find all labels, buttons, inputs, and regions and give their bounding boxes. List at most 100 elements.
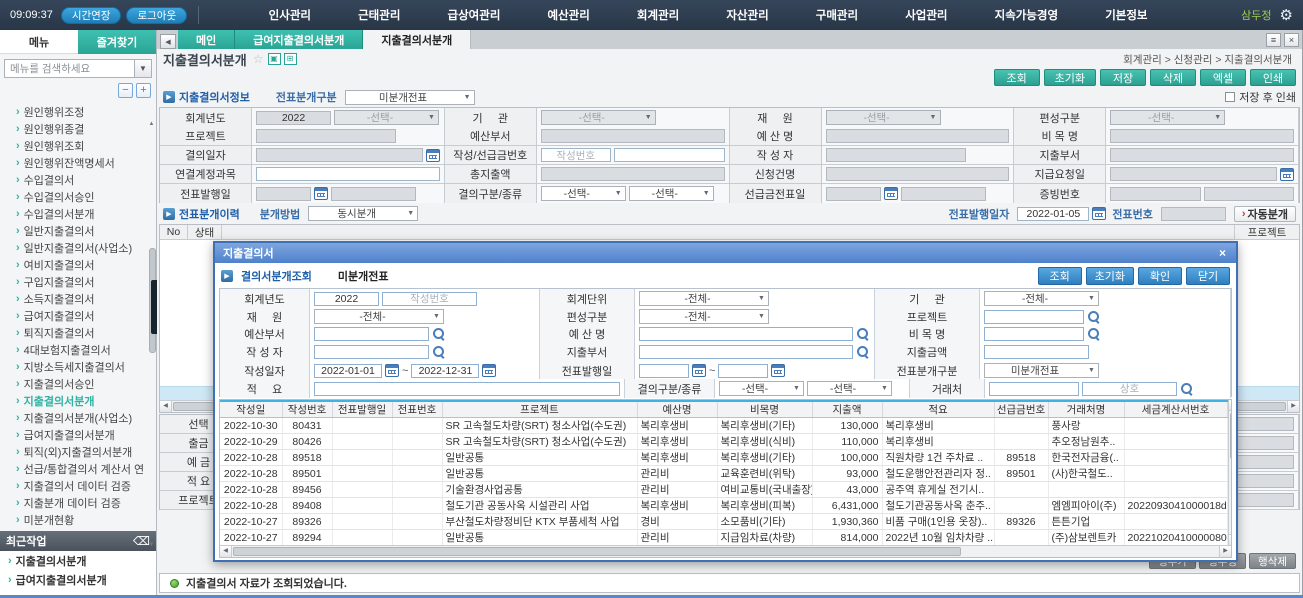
- text-input[interactable]: [1110, 148, 1294, 162]
- window-menu-icon[interactable]: ≡: [1266, 33, 1281, 47]
- text-input[interactable]: [1110, 187, 1200, 201]
- sidebar-item[interactable]: ›수입결의서: [0, 171, 156, 188]
- table-row[interactable]: 2022-10-2889408철도기관 공동사옥 시설관리 사업복리후생비복리후…: [220, 498, 1227, 514]
- text-input[interactable]: [256, 148, 423, 162]
- select-input[interactable]: -선택-▼: [629, 186, 714, 201]
- scrollbar-thumb[interactable]: [1230, 413, 1231, 459]
- journal-type-select[interactable]: 미분개전표 ▼: [345, 90, 475, 105]
- column-header[interactable]: 선급금번호: [994, 401, 1048, 418]
- calendar-icon[interactable]: [482, 364, 496, 377]
- sidebar-item[interactable]: ›지출결의서 데이터 검증: [0, 477, 156, 494]
- sidebar-item[interactable]: ›퇴직지출결의서: [0, 324, 156, 341]
- text-input[interactable]: 작성번호: [541, 148, 611, 162]
- text-input[interactable]: [256, 129, 396, 143]
- select-input[interactable]: -전체-▼: [984, 291, 1099, 306]
- column-header[interactable]: 작성번호: [282, 401, 332, 418]
- document-tab[interactable]: 급여지출결의서분개: [235, 30, 363, 49]
- topbar-menu-item[interactable]: 기본정보: [1099, 3, 1153, 27]
- new-window-icon[interactable]: ⊞: [284, 53, 297, 65]
- text-input[interactable]: [1110, 167, 1277, 181]
- search-icon[interactable]: [856, 327, 870, 341]
- sidebar-scrollbar[interactable]: ▲ ▼: [147, 120, 156, 550]
- topbar-menu-item[interactable]: 지속가능경영: [989, 3, 1064, 27]
- document-tab[interactable]: 메인: [178, 30, 235, 49]
- sidebar-item[interactable]: ›급여지출결의서분개: [0, 426, 156, 443]
- text-input[interactable]: [541, 129, 725, 143]
- column-header[interactable]: 전표발행일: [332, 401, 392, 418]
- text-input[interactable]: [639, 364, 689, 378]
- select-input[interactable]: -선택-▼: [807, 381, 892, 396]
- scroll-right-icon[interactable]: ▶: [1287, 401, 1299, 412]
- text-input[interactable]: [1110, 129, 1294, 143]
- sidebar-item[interactable]: ›퇴직(외)지출결의서분개: [0, 443, 156, 460]
- text-input[interactable]: [984, 327, 1084, 341]
- text-input[interactable]: [541, 167, 725, 181]
- select-input[interactable]: -전체-▼: [639, 309, 769, 324]
- sidebar-item[interactable]: ›지출결의서승인: [0, 375, 156, 392]
- text-input[interactable]: [989, 382, 1079, 396]
- text-input[interactable]: [826, 148, 966, 162]
- scroll-down-icon[interactable]: ▼: [147, 541, 156, 550]
- column-header[interactable]: 세금계산서번호: [1124, 401, 1227, 418]
- sidebar-item[interactable]: ›구입지출결의서: [0, 273, 156, 290]
- text-input[interactable]: 상호: [1082, 382, 1177, 396]
- logout-button[interactable]: 로그아웃: [126, 7, 187, 24]
- search-icon[interactable]: [432, 327, 446, 341]
- column-header[interactable]: 예산명: [637, 401, 717, 418]
- sidebar-item[interactable]: ›지방소득세지출결의서: [0, 358, 156, 375]
- sidebar-item[interactable]: ›수입결의서승인: [0, 188, 156, 205]
- journal-method-select[interactable]: 동시분개 ▼: [308, 206, 418, 221]
- scroll-down-icon[interactable]: ▼: [1229, 534, 1232, 545]
- text-input[interactable]: [901, 187, 986, 201]
- text-input[interactable]: [256, 187, 311, 201]
- calendar-icon[interactable]: [1092, 207, 1106, 220]
- sidebar-tab-menu[interactable]: 메뉴: [0, 30, 78, 54]
- scroll-right-icon[interactable]: ▶: [1219, 546, 1231, 557]
- sidebar-item[interactable]: ›일반지출결의서(사업소): [0, 239, 156, 256]
- column-header[interactable]: 비목명: [717, 401, 812, 418]
- document-tab[interactable]: 지출결의서분개: [363, 30, 471, 49]
- issue-date-input[interactable]: 2022-01-05: [1017, 207, 1089, 221]
- sidebar-tab-favorites[interactable]: 즐겨찾기: [78, 30, 156, 54]
- text-input[interactable]: [314, 345, 429, 359]
- text-input[interactable]: 2022-01-01: [314, 364, 382, 378]
- table-row[interactable]: 2022-10-2980426SR 고속철도차량(SRT) 청소사업(수도권)복…: [220, 434, 1227, 450]
- chevron-down-icon[interactable]: ▼: [134, 60, 151, 77]
- column-header[interactable]: 지출액: [812, 401, 882, 418]
- row-button-행삭제[interactable]: 행삭제: [1249, 553, 1296, 569]
- text-input[interactable]: [639, 327, 853, 341]
- sidebar-item[interactable]: ›지출분개 데이터 검증: [0, 494, 156, 511]
- table-row[interactable]: 2022-10-2889518일반공통복리후생비복리후생비(기타)100,000…: [220, 450, 1227, 466]
- toolbar-button-인쇄[interactable]: 인쇄: [1250, 69, 1296, 86]
- text-input[interactable]: [1204, 187, 1294, 201]
- sidebar-collapse-handle[interactable]: [151, 280, 157, 334]
- column-header[interactable]: 프로젝트: [442, 401, 637, 418]
- text-input[interactable]: 2022: [314, 292, 379, 306]
- slip-number-input[interactable]: [1161, 207, 1226, 221]
- sidebar-item[interactable]: ›소득지출결의서: [0, 290, 156, 307]
- text-input[interactable]: 2022-12-31: [411, 364, 479, 378]
- horizontal-scrollbar[interactable]: ◀ ▶: [220, 545, 1231, 557]
- table-row[interactable]: 2022-10-3080431SR 고속철도차량(SRT) 청소사업(수도권)복…: [220, 418, 1227, 434]
- text-input[interactable]: [639, 345, 853, 359]
- calendar-icon[interactable]: [692, 364, 706, 377]
- manual-icon[interactable]: ▣: [268, 53, 281, 65]
- select-input[interactable]: -선택-▼: [1110, 110, 1225, 125]
- sidebar-item[interactable]: ›원인행위조정: [0, 103, 156, 120]
- select-input[interactable]: -전체-▼: [639, 291, 769, 306]
- modal-button-닫기[interactable]: 닫기: [1186, 267, 1230, 285]
- search-icon[interactable]: [1087, 310, 1101, 324]
- scroll-left-icon[interactable]: ◀: [220, 546, 232, 557]
- vertical-scrollbar[interactable]: ▲ ▼: [1228, 400, 1232, 545]
- sidebar-item[interactable]: ›원인행위잔액명세서: [0, 154, 156, 171]
- select-input[interactable]: -선택-▼: [541, 110, 656, 125]
- sidebar-item[interactable]: ›4대보험지출결의서: [0, 341, 156, 358]
- search-icon[interactable]: [1180, 382, 1194, 396]
- sidebar-item[interactable]: ›지출결의서분개(사업소): [0, 409, 156, 426]
- close-icon[interactable]: ×: [1284, 33, 1299, 47]
- recent-work-item[interactable]: ›급여지출결의서분개: [0, 570, 156, 589]
- topbar-menu-item[interactable]: 구매관리: [810, 3, 864, 27]
- sidebar-item[interactable]: ›수입결의서분개: [0, 205, 156, 222]
- modal-button-조회[interactable]: 조회: [1038, 267, 1082, 285]
- text-input[interactable]: [314, 327, 429, 341]
